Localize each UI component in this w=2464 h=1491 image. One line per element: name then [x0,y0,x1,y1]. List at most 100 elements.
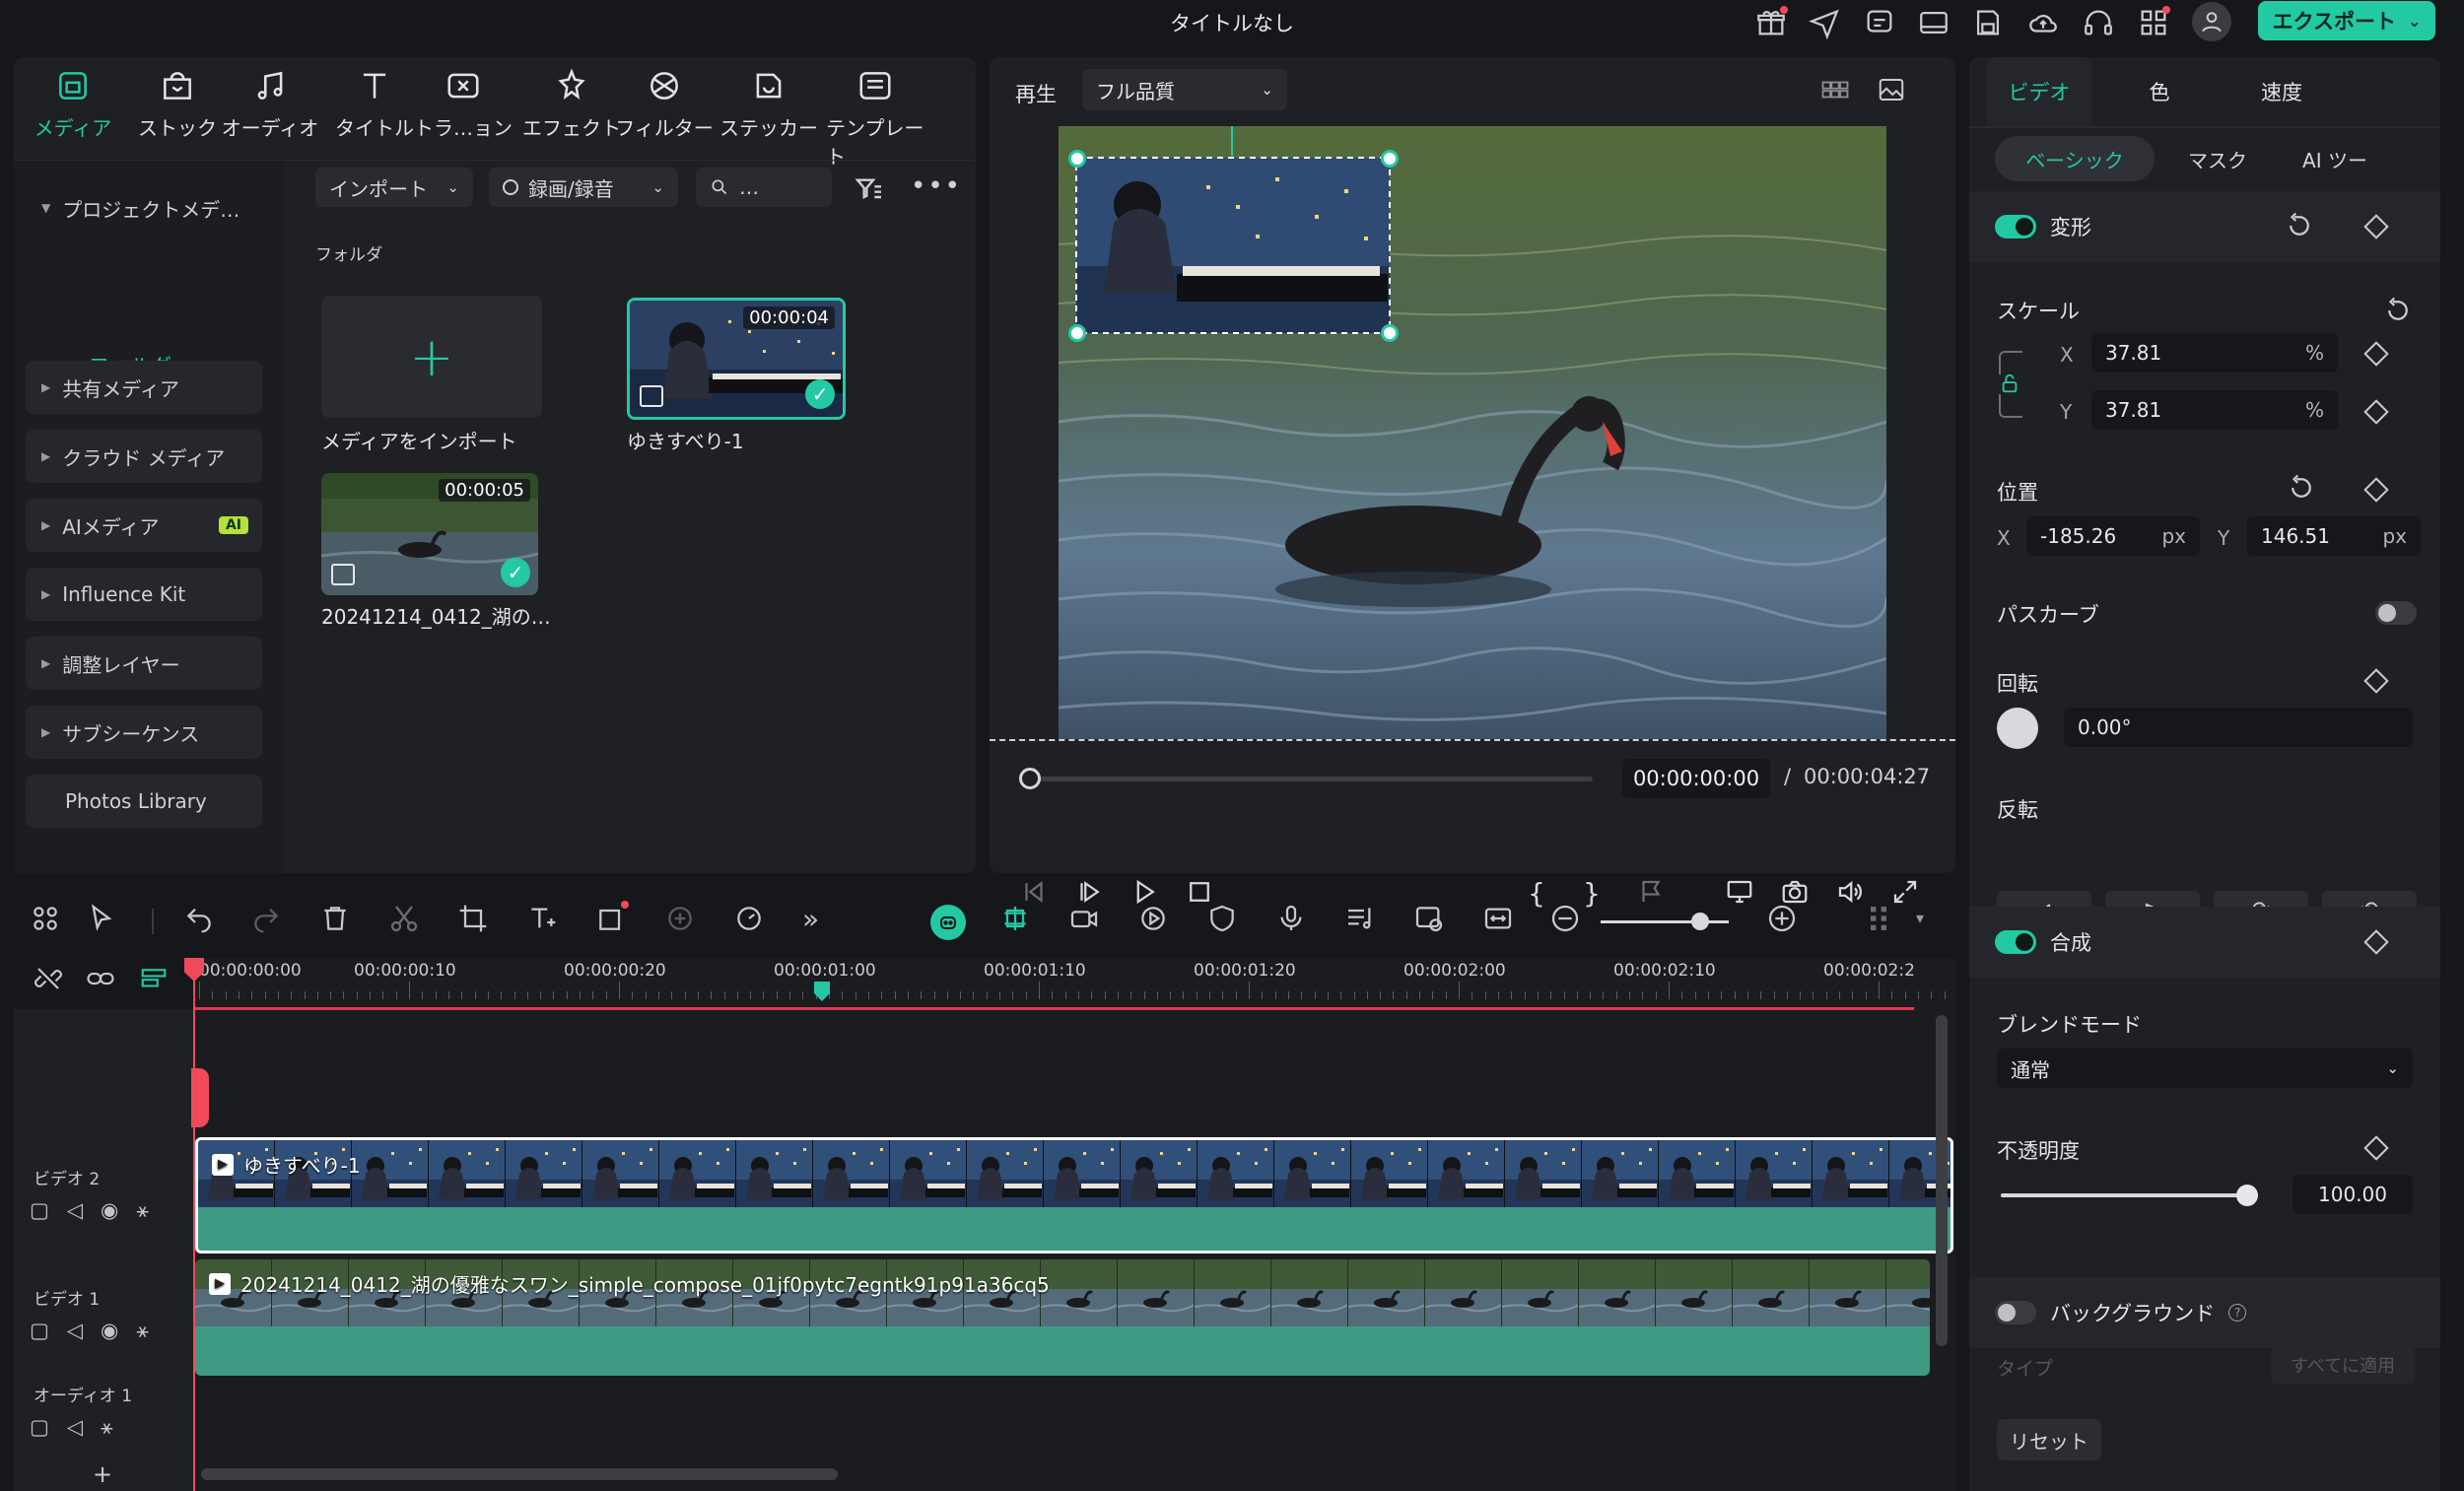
speaker-icon[interactable]: ◁ [67,1319,83,1343]
add-track-button[interactable]: + [93,1460,112,1488]
user-avatar[interactable] [2192,2,2231,41]
cloud-icon[interactable] [2026,6,2060,39]
magic-wand-icon[interactable]: ⚹ [101,1415,113,1440]
current-time[interactable]: 00:00:00:00 [1622,759,1770,798]
reset-icon[interactable] [2285,211,2314,240]
sidebar-item-cloud-media[interactable]: ▶ クラウド メディア [26,430,262,483]
speaker-icon[interactable]: ◁ [67,1198,83,1223]
background-toggle[interactable] [1995,1301,2036,1324]
sidebar-item-influence-kit[interactable]: ▶ Influence Kit [26,568,262,621]
tab-stock[interactable]: ストック [128,67,227,156]
tab-sticker[interactable]: ステッカー [719,67,818,156]
help-icon[interactable]: ? [2228,1304,2247,1322]
keyframe-icon[interactable] [2363,214,2389,239]
composite-section-header[interactable]: 合成 [1969,907,2440,978]
eye-icon[interactable]: ◉ [101,1198,118,1223]
sidebar-item-shared-media[interactable]: ▶ 共有メディア [26,361,262,414]
subtab-mask[interactable]: マスク [2162,136,2273,181]
opacity-input[interactable]: 100.00 [2293,1175,2413,1214]
crop-icon[interactable] [457,903,493,938]
timeline-clip[interactable]: ▶ 20241214_0412_湖の優雅なスワン_simple_compose_… [195,1259,1930,1376]
zoom-out-icon[interactable] [1549,903,1585,938]
gift-icon[interactable] [1754,6,1788,39]
opacity-slider-track[interactable] [2001,1193,2247,1197]
shield-icon[interactable] [1206,903,1242,938]
scale-x-input[interactable]: 37.81 % [2091,333,2338,373]
keyframe-icon[interactable] [2363,477,2389,503]
resize-handle[interactable] [1381,324,1399,342]
rotation-dial[interactable] [1997,708,2038,749]
redo-icon[interactable] [250,903,286,938]
tab-media[interactable]: メディア [24,67,122,156]
keyframe-icon[interactable] [2363,399,2389,425]
magic-wand-icon[interactable]: ⚹ [136,1319,149,1343]
tab-transition[interactable]: トラ…ョン [414,67,513,156]
shape-tool-icon[interactable] [595,901,631,938]
ai-assistant-icon[interactable] [930,905,966,940]
record-dropdown[interactable]: 録画/録音 ⌄ [489,168,678,207]
media-clip-card[interactable]: 00:00:04 ✓ [627,298,846,420]
audio-list-icon[interactable] [1344,903,1380,938]
eye-icon[interactable]: ◉ [101,1319,118,1343]
comment-icon[interactable] [1863,6,1896,39]
quality-select[interactable]: フル品質 ⌄ [1082,69,1287,110]
vertical-scrollbar[interactable] [1936,1015,1948,1346]
opacity-slider-thumb[interactable] [2236,1185,2258,1206]
tab-audio[interactable]: オーディオ [221,67,319,156]
sidebar-item-photos-library[interactable]: Photos Library [26,775,262,828]
reset-button[interactable]: リセット [1997,1419,2101,1460]
filter-sort-icon[interactable] [854,173,885,205]
timeline-clip[interactable]: ▶ ゆきすべり-1 [195,1137,1953,1254]
position-y-input[interactable]: 146.51 px [2247,516,2421,556]
tab-filter[interactable]: フィルター [615,67,714,156]
folder-icon[interactable]: ▢ [30,1319,49,1343]
camera-record-icon[interactable] [1068,903,1104,938]
reset-icon[interactable] [2287,473,2316,503]
headset-icon[interactable] [2082,6,2115,39]
tab-effect[interactable]: エフェクト [522,67,621,156]
blend-mode-select[interactable]: 通常 ⌄ [1997,1049,2413,1088]
zoom-slider-thumb[interactable] [1691,913,1710,930]
subtab-ai-tools[interactable]: AI ツー [2281,136,2389,181]
sidebar-item-project-media[interactable]: ▼ プロジェクトメデ… [26,181,262,235]
grid-view-icon[interactable] [1817,75,1853,104]
sidebar-item-adjustment-layer[interactable]: ▶ 調整レイヤー [26,637,262,690]
cut-icon[interactable] [388,903,424,938]
render-preview-icon[interactable] [1413,903,1449,938]
export-button[interactable]: エクスポート ⌄ [2258,1,2435,40]
horizontal-scrollbar[interactable] [201,1468,838,1480]
transform-toggle[interactable] [1995,215,2036,238]
path-curve-toggle[interactable] [2375,601,2417,625]
background-section-header[interactable]: バックグラウンド ? [1969,1277,2440,1348]
scene-detect-icon[interactable] [999,903,1035,938]
speaker-icon[interactable]: ◁ [67,1415,83,1440]
playback-scrubber[interactable] [1019,768,1041,789]
more-tools-icon[interactable]: » [802,903,838,938]
keyframe-icon[interactable] [2363,929,2389,955]
save-icon[interactable] [1971,6,2005,39]
text-tool-icon[interactable] [526,903,562,938]
tab-template[interactable]: テンプレート [826,67,924,169]
send-icon[interactable] [1808,6,1841,39]
import-media-card[interactable]: + [321,296,542,418]
transform-section-header[interactable]: 変形 [1969,191,2440,262]
keyframe-icon[interactable] [2363,1135,2389,1161]
timeline-ruler[interactable]: 00:00:00:00 00:00:00:10 00:00:00:20 00:00:0… [193,958,1955,1009]
composite-toggle[interactable] [1995,930,2036,954]
resize-handle[interactable] [1381,150,1399,168]
search-input[interactable]: … [696,168,832,207]
link-icon[interactable] [85,964,116,993]
tab-title[interactable]: タイトル [325,67,424,156]
import-dropdown[interactable]: インポート ⌄ [315,168,473,207]
unlink-icon[interactable] [34,964,63,993]
media-clip-card[interactable]: 00:00:05 ✓ [321,473,538,595]
layout-grid-icon[interactable] [30,903,65,938]
keyframe-icon[interactable] [2363,668,2389,694]
keyframe-icon[interactable] [2363,341,2389,367]
tab-speed[interactable]: 速度 [2227,57,2336,126]
image-icon[interactable] [1875,75,1908,104]
scale-y-input[interactable]: 37.81 % [2091,390,2338,430]
lock-icon[interactable] [1999,373,2020,394]
rotation-input[interactable]: 0.00° [2064,708,2413,747]
more-icon[interactable]: ••• [911,171,962,201]
